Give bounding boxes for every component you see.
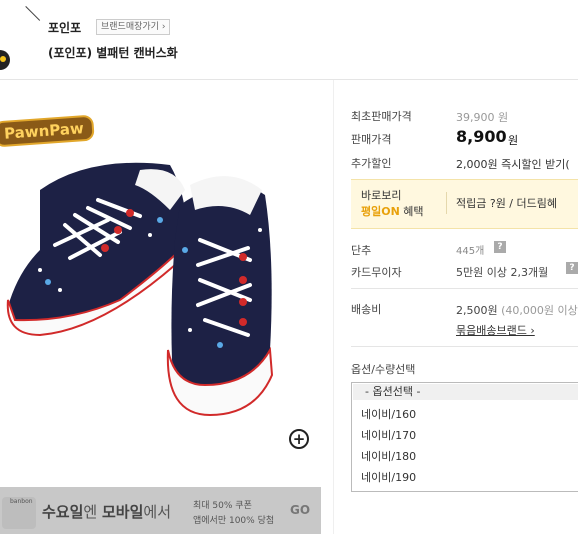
banner-headline-end: 에서 [143,503,171,521]
header-divider [0,79,578,80]
option-placeholder[interactable]: - 옵션선택 - [353,384,578,400]
option-label: 옵션/수량선택 [351,363,416,376]
promo-highlight: 평일ON [361,205,400,218]
original-price-label: 최초판매가격 [351,110,412,123]
original-price-value: 39,900 원 [456,111,509,124]
shipping-fee: 2,500원 [456,304,498,317]
section-divider [351,288,578,289]
stock-label: 단추 [351,244,372,257]
discount-label: 추가할인 [351,157,392,170]
promo-separator [446,192,447,214]
brand-logo: PawnPaw [0,114,95,148]
brand-shop-button[interactable]: 브랜드매장가기 › [96,19,171,35]
stock-value: 445개 [456,246,485,257]
shoe-front [166,176,274,417]
card-installment-value: 5만원 이상 2,3개월 [456,266,549,279]
product-image [6,162,274,417]
brand-name[interactable]: 포인포 [48,19,81,36]
banner-headline-particle: 엔 [83,503,102,521]
promo-points: 적립금 ?원 / 더드림혜 [456,197,557,210]
banner-headline-day: 수요일 [42,503,84,521]
chevron-right-icon: › [161,22,166,32]
promo-subtitle: 평일ON 혜택 [361,203,424,219]
banner-go-button[interactable]: GO [290,503,310,517]
help-icon[interactable]: ? [566,262,578,274]
logo-text-left: Paw [3,122,40,143]
sale-price-unit: 원 [508,134,519,147]
shipping-label: 배송비 [351,303,382,316]
product-title: (포인포) 별패턴 캔버스화 [48,46,178,60]
option-item[interactable]: 네이비/180 [361,448,416,464]
badge-icon [0,50,10,70]
shipping-value: 2,500원 (40,000원 이상 [456,302,578,318]
promo-subtitle-rest: 혜택 [399,205,424,218]
banner-headline-mobile: 모바일 [101,503,144,521]
promo-title: 바로보리 [361,189,402,202]
sale-price-label: 판매가격 [351,133,392,146]
card-installment-label: 카드무이자 [351,266,402,279]
option-item[interactable]: 네이비/160 [361,406,416,422]
section-divider [351,346,578,347]
divider-line [25,6,41,21]
option-item[interactable]: 네이비/170 [361,427,416,443]
option-item[interactable]: 네이비/190 [361,469,416,485]
brand-shop-label: 브랜드매장가기 [101,22,159,32]
shipping-free-threshold: (40,000원 이상 [501,304,578,317]
shoe-back [6,162,186,337]
zoom-icon[interactable]: + [289,429,309,449]
banner-subtext-2: 앱에서만 100% 당첨 [193,516,275,526]
logo-text-right: Paw [48,119,85,140]
help-icon[interactable]: ? [494,241,506,253]
panel-divider [333,80,334,534]
banner-headline: 수요일엔 모바일에서 [42,501,171,522]
app-label: banbon [10,498,33,505]
discount-value[interactable]: 2,000원 즉시할인 받기( [456,156,570,172]
bundle-shipping-link[interactable]: 묶음배송브랜드 › [456,322,535,338]
banner-subtext-1: 최대 50% 쿠폰 [193,501,252,511]
sale-price-value: 8,900 [456,127,507,146]
